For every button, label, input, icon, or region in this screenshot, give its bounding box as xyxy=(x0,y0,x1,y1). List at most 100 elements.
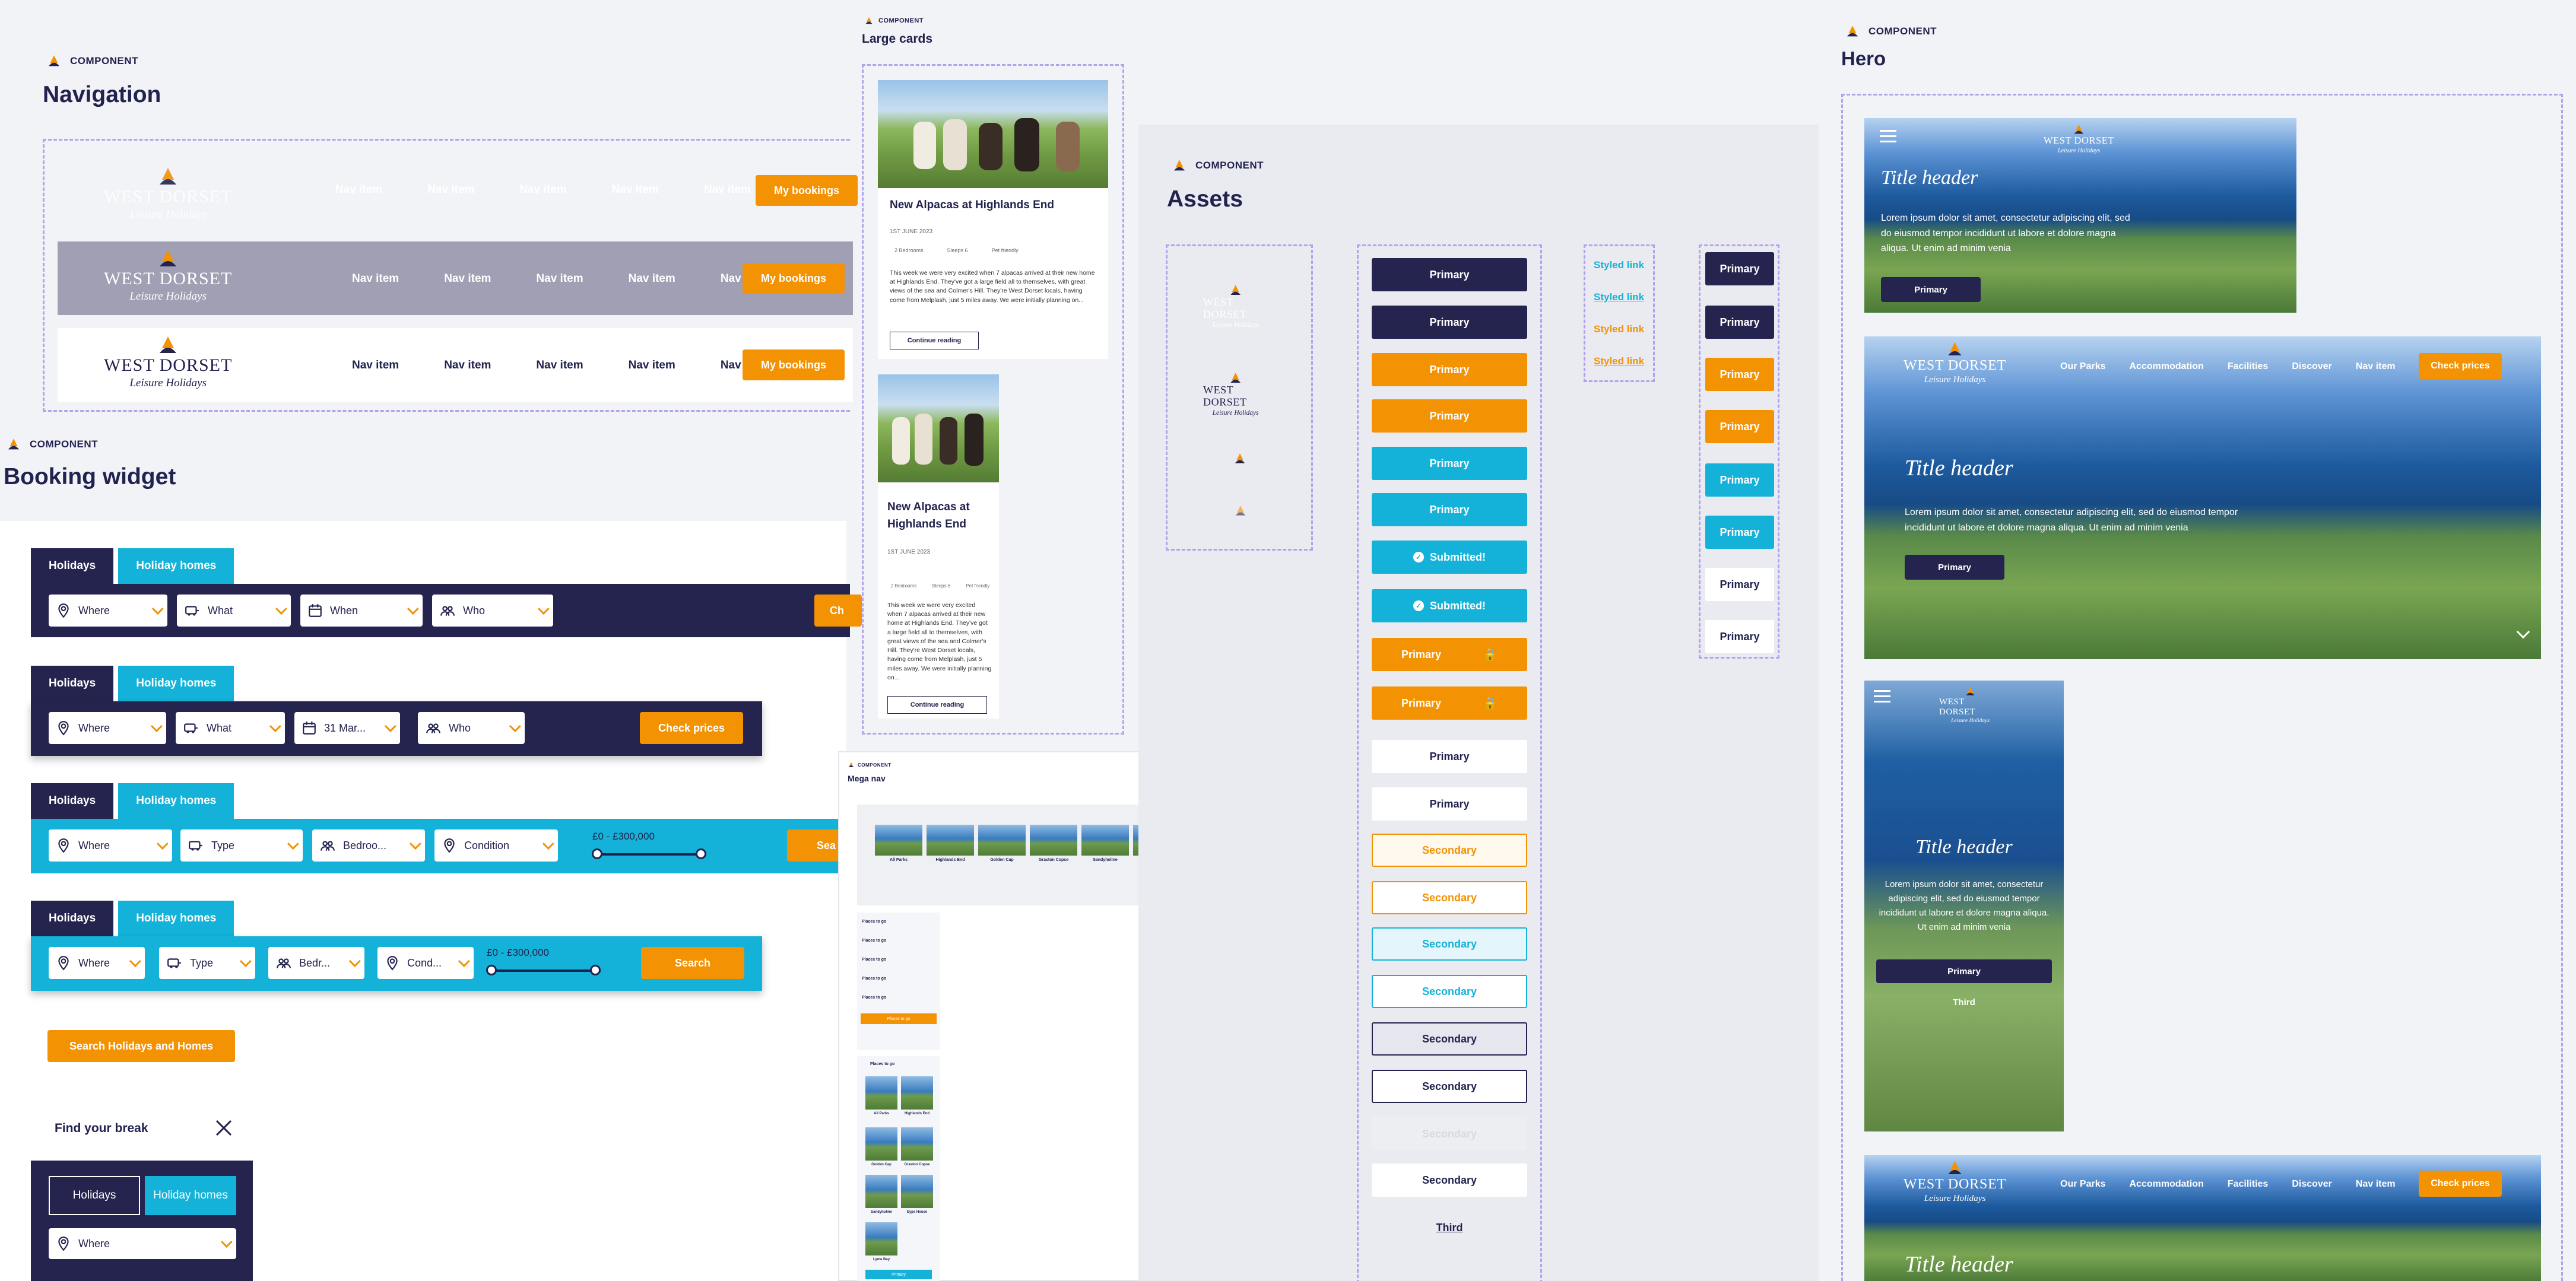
tab-holiday-homes[interactable]: Holiday homes xyxy=(118,666,234,701)
secondary-button-disabled[interactable]: Secondary xyxy=(1372,1117,1527,1150)
tab-holiday-homes[interactable]: Holiday homes xyxy=(118,548,234,584)
card-desktop[interactable]: New Alpacas at Highlands End 1ST JUNE 20… xyxy=(878,80,1108,359)
nav-accommodation[interactable]: Accommodation xyxy=(2129,1179,2203,1190)
price-slider-max-handle[interactable] xyxy=(590,965,601,975)
primary-button-small[interactable]: Primary xyxy=(1705,516,1774,549)
west-dorset-logo[interactable]: WEST DORSET Leisure Holidays xyxy=(104,335,232,390)
primary-button[interactable]: Primary xyxy=(1372,353,1527,386)
my-bookings-button[interactable]: My bookings xyxy=(743,349,845,380)
places-item[interactable]: Places to go xyxy=(862,977,886,981)
secondary-button[interactable]: Secondary xyxy=(1372,975,1527,1008)
west-dorset-logo[interactable]: WEST DORSET Leisure Holidays xyxy=(1904,341,2006,385)
card-mobile[interactable]: New Alpacas at Highlands End 1ST JUNE 20… xyxy=(878,374,999,719)
nav-accommodation[interactable]: Accommodation xyxy=(2129,361,2203,372)
places-item[interactable]: Places to go xyxy=(862,920,886,924)
nav-item[interactable]: Nav item xyxy=(536,359,583,372)
nav-item[interactable]: Nav item xyxy=(444,359,491,372)
primary-button-small[interactable]: Primary xyxy=(1705,463,1774,497)
search-holidays-and-homes-button[interactable]: Search Holidays and Homes xyxy=(47,1030,235,1062)
close-icon[interactable] xyxy=(215,1119,233,1137)
who-select[interactable]: Who xyxy=(432,595,553,627)
what-select[interactable]: What xyxy=(176,712,285,744)
chevron-down-icon[interactable] xyxy=(2516,625,2530,639)
secondary-button[interactable]: Secondary xyxy=(1372,881,1527,914)
primary-button[interactable]: Primary xyxy=(1372,258,1527,291)
price-slider-max-handle[interactable] xyxy=(696,848,706,859)
tab-holidays[interactable]: Holidays xyxy=(31,666,114,701)
tab-holiday-homes[interactable]: Holiday homes xyxy=(145,1176,236,1215)
when-select[interactable]: 31 Mar... xyxy=(294,712,400,744)
nav-item[interactable]: Nav item xyxy=(704,183,751,196)
condition-select[interactable]: Condition xyxy=(434,829,558,862)
back-label[interactable]: Places to go xyxy=(870,1062,894,1066)
menu-icon[interactable] xyxy=(1874,686,1890,706)
hero-primary-button[interactable]: Primary xyxy=(1881,277,1981,302)
bedrooms-select[interactable]: Bedroo... xyxy=(312,829,425,862)
hero-primary-button[interactable]: Primary xyxy=(1876,959,2052,983)
styled-link[interactable]: Styled link xyxy=(1594,291,1644,303)
primary-button[interactable]: Primary xyxy=(1372,447,1527,480)
when-select[interactable]: When xyxy=(300,595,423,627)
styled-link[interactable]: Styled link xyxy=(1594,259,1644,271)
west-dorset-logo[interactable]: WEST DORSET Leisure Holidays xyxy=(1939,686,2001,724)
price-slider-track[interactable] xyxy=(491,970,601,972)
nav-item[interactable]: Nav item xyxy=(352,359,399,372)
primary-button[interactable]: Primary xyxy=(1372,399,1527,433)
price-slider-min-handle[interactable] xyxy=(486,965,497,975)
where-select[interactable]: Where xyxy=(49,595,167,627)
who-select[interactable]: Who xyxy=(418,712,525,744)
what-select[interactable]: What xyxy=(177,595,291,627)
type-select[interactable]: Type xyxy=(180,829,303,862)
tab-holiday-homes[interactable]: Holiday homes xyxy=(118,901,234,936)
secondary-button[interactable]: Secondary xyxy=(1372,1022,1527,1056)
locked-primary-button[interactable]: Primary 🔒 xyxy=(1372,638,1527,671)
primary-button-small-white[interactable]: Primary xyxy=(1705,620,1774,653)
locked-primary-button[interactable]: Primary 🔒 xyxy=(1372,686,1527,720)
park-thumb[interactable] xyxy=(901,1076,933,1110)
check-prices-button[interactable]: Ch xyxy=(814,595,862,627)
nav-item[interactable]: Nav item xyxy=(629,272,675,285)
secondary-button[interactable]: Secondary xyxy=(1372,1070,1527,1103)
my-bookings-button[interactable]: My bookings xyxy=(756,175,858,206)
nav-item[interactable]: Nav item xyxy=(335,183,382,196)
price-slider-track[interactable] xyxy=(597,853,706,856)
type-select[interactable]: Type xyxy=(159,947,255,979)
primary-button-small[interactable]: Primary xyxy=(1705,306,1774,339)
secondary-button-white[interactable]: Secondary xyxy=(1372,1164,1527,1197)
continue-reading-button[interactable]: Continue reading xyxy=(890,332,979,349)
primary-button[interactable]: Primary xyxy=(1372,493,1527,526)
park-thumb[interactable]: All Parks xyxy=(875,825,922,862)
nav-our-parks[interactable]: Our Parks xyxy=(2060,361,2105,372)
park-thumb[interactable] xyxy=(865,1127,897,1161)
nav-item[interactable]: Nav item xyxy=(612,183,659,196)
nav-item[interactable]: Nav item xyxy=(427,183,474,196)
check-prices-button[interactable]: Check prices xyxy=(640,712,743,744)
west-dorset-logo[interactable]: WEST DORSET Leisure Holidays xyxy=(1904,1160,2006,1204)
nav-item[interactable]: Nav item xyxy=(2356,1179,2396,1190)
where-select[interactable]: Where xyxy=(49,829,172,862)
my-bookings-button[interactable]: My bookings xyxy=(743,263,845,294)
tab-holiday-homes[interactable]: Holiday homes xyxy=(118,783,234,819)
park-thumb[interactable] xyxy=(865,1222,897,1255)
third-link[interactable]: Third xyxy=(1372,1222,1527,1234)
west-dorset-logo[interactable]: WEST DORSET Leisure Holidays xyxy=(104,167,232,221)
park-thumb[interactable] xyxy=(865,1076,897,1110)
check-prices-button[interactable]: Check prices xyxy=(2419,353,2502,379)
park-thumb[interactable] xyxy=(865,1175,897,1208)
primary-button[interactable]: Primary xyxy=(1372,306,1527,339)
tab-holidays[interactable]: Holidays xyxy=(49,1176,140,1215)
park-thumb[interactable]: Highlands End xyxy=(927,825,974,862)
tab-holidays[interactable]: Holidays xyxy=(31,901,114,936)
tab-holidays[interactable]: Holidays xyxy=(31,548,114,584)
hero-primary-button[interactable]: Primary xyxy=(1905,555,2004,580)
tab-holidays[interactable]: Holidays xyxy=(31,783,114,819)
condition-select[interactable]: Cond... xyxy=(377,947,474,979)
continue-reading-button[interactable]: Continue reading xyxy=(887,696,987,714)
nav-discover[interactable]: Discover xyxy=(2292,361,2332,372)
secondary-button[interactable]: Secondary xyxy=(1372,927,1527,961)
submitted-button[interactable]: ✓ Submitted! xyxy=(1372,589,1527,622)
price-slider-min-handle[interactable] xyxy=(592,848,602,859)
primary-button-small[interactable]: Primary xyxy=(1705,358,1774,391)
secondary-button[interactable]: Secondary xyxy=(1372,834,1527,867)
nav-item[interactable]: Nav item xyxy=(352,272,399,285)
